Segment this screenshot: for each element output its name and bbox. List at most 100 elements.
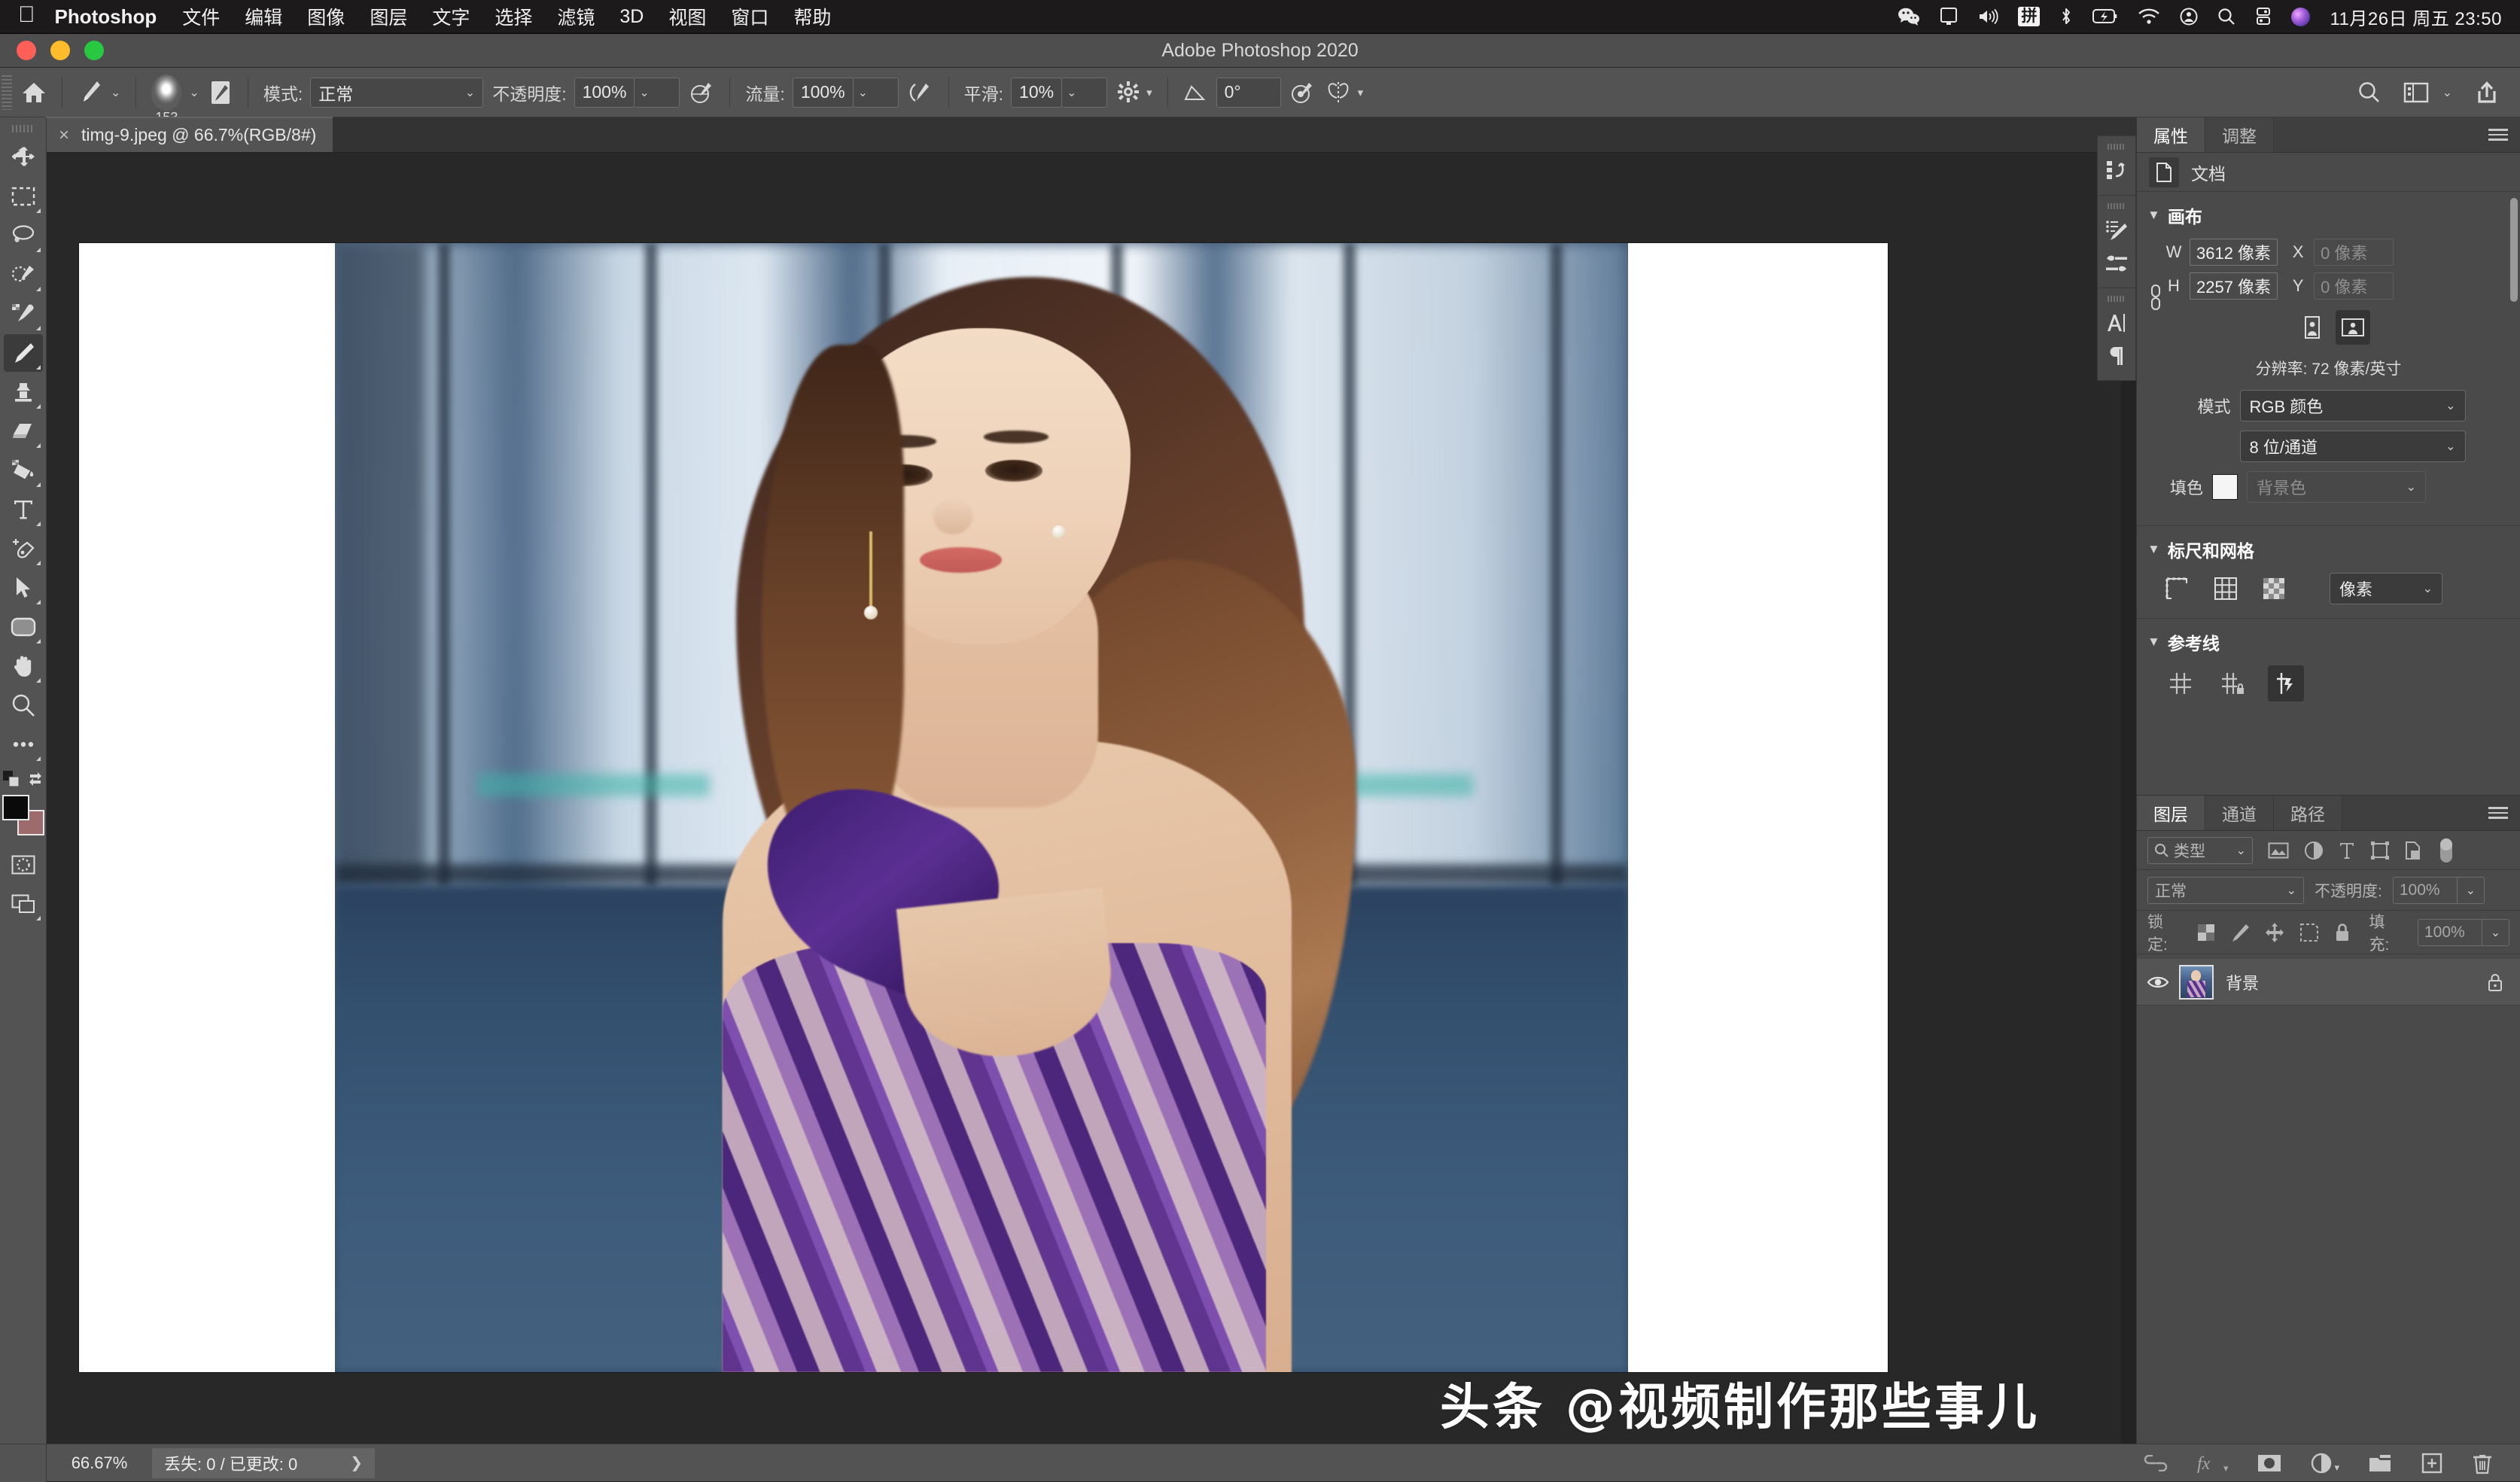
canvas-y-input[interactable]: 0 像素 bbox=[2314, 272, 2394, 300]
lock-transparent-pixels-button[interactable] bbox=[2196, 923, 2216, 942]
brush-presets-panel-button[interactable] bbox=[2099, 214, 2134, 247]
fill-preset-select[interactable]: 背景色 ⌄ bbox=[2247, 471, 2426, 503]
bluetooth-icon[interactable] bbox=[2059, 0, 2073, 34]
canvas-section-header[interactable]: ▼ 画布 bbox=[2137, 202, 2520, 228]
path-selection-tool[interactable] bbox=[4, 569, 43, 607]
active-tool-button[interactable]: ⌄ bbox=[73, 68, 125, 117]
canvas-height-input[interactable]: 2257 像素 bbox=[2190, 272, 2278, 300]
properties-panel-menu-button[interactable] bbox=[2476, 117, 2520, 152]
layer-fill-stepper[interactable]: ⌄ bbox=[2482, 919, 2509, 946]
menu-layer[interactable]: 图层 bbox=[370, 3, 407, 30]
clone-stamp-tool[interactable] bbox=[4, 373, 43, 411]
quick-mask-button[interactable] bbox=[4, 846, 43, 884]
quick-selection-tool[interactable] bbox=[4, 256, 43, 294]
volume-icon[interactable] bbox=[1977, 0, 1998, 34]
chevron-down-icon[interactable]: ▼ bbox=[2147, 634, 2160, 650]
character-panel-button[interactable] bbox=[2099, 306, 2134, 339]
lasso-tool[interactable] bbox=[4, 217, 43, 254]
add-layer-mask-button[interactable] bbox=[2257, 1453, 2282, 1473]
link-layers-button[interactable] bbox=[2143, 1455, 2168, 1471]
tab-properties[interactable]: 属性 bbox=[2137, 117, 2205, 152]
flow-stepper[interactable]: ⌄ bbox=[854, 78, 899, 108]
menu-select[interactable]: 选择 bbox=[495, 3, 532, 30]
filter-type-layers-button[interactable] bbox=[2339, 841, 2355, 860]
wifi-icon[interactable] bbox=[2138, 0, 2160, 34]
paragraph-panel-button[interactable] bbox=[2099, 339, 2134, 373]
chevron-right-icon[interactable]: ❯ bbox=[350, 1453, 363, 1472]
close-icon[interactable]: × bbox=[59, 126, 69, 145]
size-pressure-button[interactable] bbox=[1286, 68, 1320, 117]
color-mode-select[interactable]: RGB 颜色 ⌄ bbox=[2240, 390, 2466, 421]
flow-input[interactable]: 100% bbox=[793, 78, 854, 108]
rail-grip[interactable] bbox=[2108, 144, 2126, 150]
menubar-clock[interactable]: 11月26日 周五 23:50 bbox=[2330, 4, 2502, 30]
menu-app-name[interactable]: Photoshop bbox=[55, 5, 157, 29]
filter-shape-layers-button[interactable] bbox=[2370, 841, 2390, 860]
swap-colors-button[interactable] bbox=[27, 771, 44, 787]
tab-layers[interactable]: 图层 bbox=[2137, 796, 2205, 830]
spotlight-search-icon[interactable] bbox=[2217, 0, 2235, 34]
chevron-down-icon[interactable]: ⌄ bbox=[111, 85, 120, 100]
filter-pixel-layers-button[interactable] bbox=[2268, 841, 2289, 860]
eraser-tool[interactable] bbox=[4, 412, 43, 450]
menu-help[interactable]: 帮助 bbox=[793, 3, 831, 30]
display-icon[interactable] bbox=[1940, 0, 1958, 34]
smoothing-options-button[interactable]: ▾ bbox=[1112, 68, 1157, 117]
menu-edit[interactable]: 编辑 bbox=[245, 3, 282, 30]
blend-mode-select[interactable]: 正常 ⌄ bbox=[310, 78, 483, 108]
layer-opacity-input[interactable]: 100% bbox=[2393, 877, 2458, 904]
zoom-level-input[interactable]: 66.67% bbox=[47, 1453, 152, 1473]
layer-filter-type-select[interactable]: 类型 ⌄ bbox=[2147, 837, 2253, 864]
new-adjustment-layer-button[interactable]: ▾ bbox=[2311, 1453, 2339, 1474]
move-tool[interactable] bbox=[4, 138, 43, 176]
chevron-down-icon[interactable]: ⌄ bbox=[2442, 85, 2452, 100]
screen-mode-button[interactable] bbox=[4, 885, 43, 923]
menu-filter[interactable]: 滤镜 bbox=[557, 3, 595, 30]
opacity-input[interactable]: 100% bbox=[574, 78, 635, 108]
chevron-down-icon[interactable]: ▼ bbox=[2147, 542, 2160, 557]
shape-tool[interactable] bbox=[4, 608, 43, 646]
filter-adjustment-layers-button[interactable] bbox=[2304, 841, 2324, 860]
tab-channels[interactable]: 通道 bbox=[2205, 796, 2274, 830]
battery-charging-icon[interactable] bbox=[2092, 0, 2118, 34]
wechat-icon[interactable] bbox=[1898, 0, 1920, 34]
show-guides-button[interactable] bbox=[2162, 665, 2199, 701]
layers-panel-menu-button[interactable] bbox=[2476, 796, 2520, 830]
rulers-section-header[interactable]: ▼ 标尺和网格 bbox=[2137, 537, 2520, 562]
menu-type[interactable]: 文字 bbox=[432, 3, 470, 30]
user-account-icon[interactable] bbox=[2180, 0, 2198, 34]
type-tool[interactable] bbox=[4, 491, 43, 528]
toggle-grid-button[interactable] bbox=[2214, 577, 2238, 601]
lock-artboard-nesting-button[interactable] bbox=[2299, 922, 2320, 943]
airbrush-button[interactable] bbox=[903, 68, 938, 117]
marquee-tool[interactable] bbox=[4, 178, 43, 215]
hand-tool[interactable] bbox=[4, 647, 43, 685]
paint-bucket-tool[interactable] bbox=[4, 452, 43, 489]
chevron-down-icon[interactable]: ▼ bbox=[2147, 208, 2160, 223]
zoom-tool[interactable] bbox=[4, 686, 43, 724]
edit-toolbar-button[interactable] bbox=[4, 726, 43, 763]
menu-view[interactable]: 视图 bbox=[668, 3, 706, 30]
layer-name[interactable]: 背景 bbox=[2226, 970, 2487, 994]
opacity-pressure-button[interactable] bbox=[684, 68, 719, 117]
share-button[interactable] bbox=[2475, 81, 2499, 105]
angle-input[interactable]: 0° bbox=[1216, 78, 1281, 108]
layer-style-button[interactable]: fx ▾ bbox=[2197, 1452, 2229, 1474]
guides-section-header[interactable]: ▼ 参考线 bbox=[2137, 629, 2520, 655]
search-button[interactable] bbox=[2357, 81, 2381, 105]
lock-position-button[interactable] bbox=[2264, 922, 2285, 943]
ime-pinyin-icon[interactable]: 拼 bbox=[2018, 0, 2040, 34]
lock-guides-button[interactable] bbox=[2215, 665, 2251, 701]
bit-depth-select[interactable]: 8 位/通道 ⌄ bbox=[2240, 431, 2466, 462]
siri-icon[interactable] bbox=[2291, 0, 2310, 34]
new-layer-button[interactable] bbox=[2421, 1453, 2443, 1474]
workspace-button[interactable]: ⌄ bbox=[2403, 82, 2452, 103]
fill-color-swatch[interactable] bbox=[2212, 474, 2238, 500]
layer-opacity-stepper[interactable]: ⌄ bbox=[2458, 877, 2485, 904]
menu-3d[interactable]: 3D bbox=[619, 6, 644, 28]
brush-tool[interactable] bbox=[4, 334, 43, 372]
filter-smart-objects-button[interactable] bbox=[2405, 841, 2423, 860]
portrait-orientation-button[interactable] bbox=[2295, 310, 2330, 345]
layer-fill-input[interactable]: 100% bbox=[2418, 919, 2482, 946]
tools-panel-grip[interactable] bbox=[12, 125, 35, 132]
